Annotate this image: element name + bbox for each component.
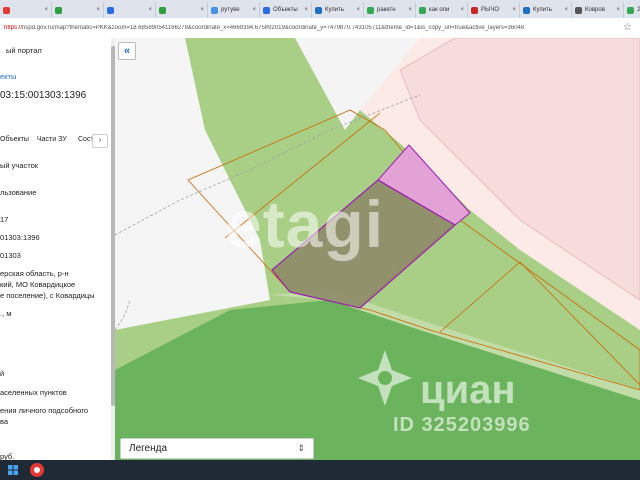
browser-tab[interactable]: рутуве ×: [208, 2, 260, 18]
close-tab-icon[interactable]: ×: [616, 7, 620, 13]
cian-watermark: циан: [420, 368, 516, 412]
info-line: аселенных пунктов: [0, 388, 67, 397]
collapse-panel-button[interactable]: «: [118, 42, 136, 60]
windows-start-icon[interactable]: [8, 465, 18, 475]
etagi-watermark: etagi: [225, 187, 385, 261]
cian-icon: [315, 6, 322, 14]
chevron-updown-icon: ⇕: [297, 443, 305, 453]
video-icon: [471, 6, 478, 14]
cadastral-number: 03:15:001303:1396: [0, 90, 87, 101]
close-tab-icon[interactable]: ×: [252, 7, 256, 13]
tab-parts[interactable]: Части ЗУ: [37, 136, 67, 143]
info-line: 01303:1396: [0, 233, 40, 242]
tab-title: Купить: [325, 7, 344, 13]
browser-tab-strip: × × × × рутуве × Объекты × Купить × ракетн × как опи…: [0, 0, 640, 18]
legend-label: Легенда: [129, 443, 168, 454]
cian-logo: [358, 350, 412, 406]
tab-objects[interactable]: Объекты: [0, 136, 29, 143]
info-line: е поселение), с Ковардицы: [0, 291, 95, 300]
info-line: ., м: [0, 309, 12, 318]
url-text: nspd.gov.ru/map?thematic=PKK&zoom=18.685…: [22, 25, 525, 31]
globe-icon: [211, 6, 218, 14]
tab-title: ракетн: [377, 7, 396, 13]
info-line: 17: [0, 215, 9, 224]
tab-title: рутуве: [221, 7, 240, 13]
cian-icon: [523, 6, 530, 14]
tab-title: Ковров: [585, 7, 605, 13]
close-tab-icon[interactable]: ×: [304, 7, 308, 13]
browser-tab[interactable]: ×: [104, 2, 156, 18]
blue-square-icon: [107, 6, 114, 14]
avito-icon: [575, 6, 582, 14]
tab-title: Объекты: [273, 7, 298, 13]
info-line: льзование: [0, 188, 37, 197]
map-icon: [263, 6, 270, 14]
collapse-label: «: [123, 45, 131, 57]
yandex-icon: [3, 6, 10, 14]
browser-tab[interactable]: ракетн ×: [364, 2, 416, 18]
url-field[interactable]: https://nspd.gov.ru/map?thematic=PKK&zoo…: [4, 25, 594, 31]
tab-title: как опи: [429, 7, 450, 13]
browser-tab[interactable]: Купить ×: [520, 2, 572, 18]
browser-tab[interactable]: РЫЧО ×: [468, 2, 520, 18]
yandex-browser-icon[interactable]: [30, 463, 44, 477]
google-icon: [627, 6, 634, 14]
info-line: ва: [0, 417, 9, 426]
objects-link[interactable]: екты: [0, 72, 16, 81]
os-taskbar: [0, 460, 640, 480]
info-line: 01303: [0, 251, 21, 260]
tab-title: РЫЧО: [481, 7, 499, 13]
close-tab-icon[interactable]: ×: [356, 7, 360, 13]
close-tab-icon[interactable]: ×: [460, 7, 464, 13]
address-bar[interactable]: https://nspd.gov.ru/map?thematic=PKK&zoo…: [0, 18, 640, 39]
close-tab-icon[interactable]: ×: [564, 7, 568, 13]
browser-tab[interactable]: ×: [52, 2, 104, 18]
close-tab-icon[interactable]: ×: [408, 7, 412, 13]
browser-tab[interactable]: ×: [156, 2, 208, 18]
close-tab-icon[interactable]: ×: [200, 7, 204, 13]
green-square-icon: [55, 6, 62, 14]
info-line: кий, МО Ковардицкое: [0, 280, 76, 289]
browser-tab[interactable]: Ковров ×: [572, 2, 624, 18]
browser-tab[interactable]: Объекты ×: [260, 2, 312, 18]
close-tab-icon[interactable]: ×: [44, 7, 48, 13]
browser-tab[interactable]: Купить ×: [312, 2, 364, 18]
tab-title: Купить: [533, 7, 552, 13]
close-tab-icon[interactable]: ×: [512, 7, 516, 13]
legend-select[interactable]: Легенда ⇕: [120, 438, 314, 459]
panel-tabs: Объекты Части ЗУ Сост ›: [0, 134, 115, 148]
close-tab-icon[interactable]: ×: [148, 7, 152, 13]
tabs-next-button[interactable]: ›: [92, 134, 108, 148]
info-line: ерская область, р-н: [0, 269, 69, 278]
google-icon: [367, 6, 374, 14]
cian-id-watermark: ID 325203996: [393, 414, 531, 436]
portal-title: ый портал: [6, 46, 42, 55]
close-tab-icon[interactable]: ×: [96, 7, 100, 13]
green-square-icon: [159, 6, 166, 14]
url-scheme: https://: [4, 25, 23, 31]
browser-tab[interactable]: ×: [0, 2, 52, 18]
info-line: ения личного подсобного: [0, 406, 89, 415]
info-line: й: [0, 369, 5, 378]
star-icon[interactable]: ☆: [623, 22, 632, 33]
browser-tab[interactable]: 2 дом×: [624, 2, 640, 18]
object-info-panel: ый портал екты 03:15:001303:1396 Объекты…: [0, 38, 116, 460]
google-icon: [419, 6, 426, 14]
browser-tab[interactable]: как опи ×: [416, 2, 468, 18]
info-line: руб.: [0, 452, 15, 460]
info-line: ый участок: [0, 161, 39, 170]
